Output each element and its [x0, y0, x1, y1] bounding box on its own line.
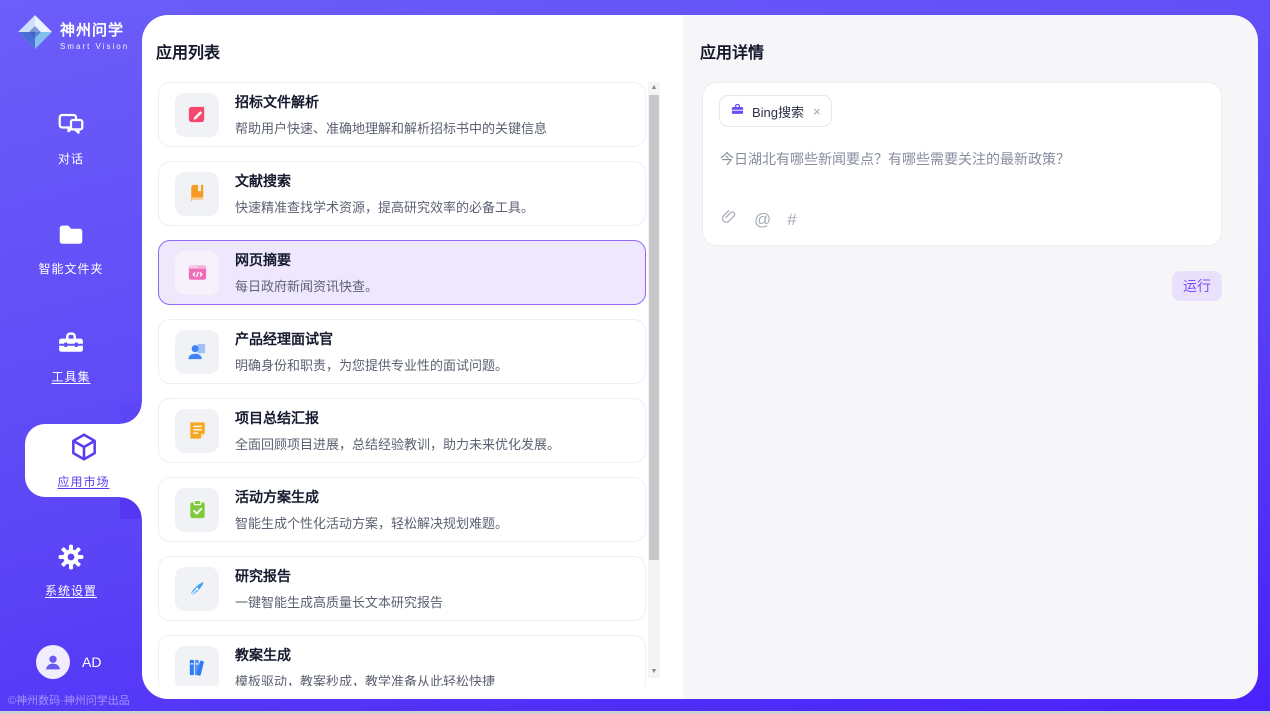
sidebar: 神州问学 Smart Vision 对话智能文件夹工具集应用市场系统设置 AD …: [0, 0, 142, 714]
cube-icon: [68, 431, 100, 461]
app-card[interactable]: 招标文件解析帮助用户快速、准确地理解和解析招标书中的关键信息: [158, 82, 646, 147]
app-card-text: 网页摘要每日政府新闻资讯快查。: [235, 250, 378, 295]
main-content: 应用列表 招标文件解析帮助用户快速、准确地理解和解析招标书中的关键信息文献搜索快…: [142, 15, 1258, 699]
app-root: 神州问学 Smart Vision 对话智能文件夹工具集应用市场系统设置 AD …: [0, 0, 1270, 714]
sidebar-item-folders[interactable]: 智能文件夹: [0, 220, 142, 277]
book-icon: [175, 172, 219, 216]
app-detail-title: 应用详情: [700, 39, 764, 63]
user-name: AD: [82, 654, 101, 670]
app-list-panel: 应用列表 招标文件解析帮助用户快速、准确地理解和解析招标书中的关键信息文献搜索快…: [142, 15, 683, 699]
interviewer-icon: [175, 330, 219, 374]
app-card-desc: 每日政府新闻资讯快查。: [235, 276, 378, 295]
app-card-text: 教案生成模板驱动，教案秒成，教学准备从此轻松快捷: [235, 645, 495, 686]
app-card-title: 研究报告: [235, 566, 443, 586]
sidebar-item-app-market[interactable]: 应用市场: [25, 424, 142, 497]
app-card-text: 产品经理面试官明确身份和职责，为您提供专业性的面试问题。: [235, 329, 508, 374]
app-card-desc: 快速精准查找学术资源，提高研究效率的必备工具。: [235, 197, 534, 216]
webpage-icon: [175, 251, 219, 295]
app-card-desc: 帮助用户快速、准确地理解和解析招标书中的关键信息: [235, 118, 547, 137]
tool-chip-label: Bing搜索: [752, 102, 804, 121]
brand-name: 神州问学: [60, 19, 129, 40]
edit-doc-icon: [175, 93, 219, 137]
app-card[interactable]: 网页摘要每日政府新闻资讯快查。: [158, 240, 646, 305]
attachment-toolbar: @#: [720, 208, 797, 231]
app-card-title: 招标文件解析: [235, 92, 547, 112]
app-card-title: 产品经理面试官: [235, 329, 508, 349]
app-card-title: 活动方案生成: [235, 487, 508, 507]
paperclip-icon[interactable]: [720, 208, 738, 231]
app-detail-panel: 应用详情 Bing搜索 × 今日湖北有哪些新闻要点？有哪些需要关注的最新政策？ …: [683, 15, 1258, 699]
detail-card: Bing搜索 × 今日湖北有哪些新闻要点？有哪些需要关注的最新政策？ @#: [702, 82, 1222, 246]
person-avatar-icon[interactable]: [36, 645, 70, 679]
toolbox-icon: [56, 328, 86, 358]
briefcase-icon: [730, 102, 745, 120]
sidebar-item-label: 系统设置: [0, 582, 142, 599]
app-card-list: 招标文件解析帮助用户快速、准确地理解和解析招标书中的关键信息文献搜索快速精准查找…: [158, 82, 646, 686]
brand-subtitle: Smart Vision: [60, 42, 129, 51]
app-card-desc: 明确身份和职责，为您提供专业性的面试问题。: [235, 355, 508, 374]
app-card[interactable]: 研究报告一键智能生成高质量长文本研究报告: [158, 556, 646, 621]
app-card[interactable]: 教案生成模板驱动，教案秒成，教学准备从此轻松快捷: [158, 635, 646, 686]
sidebar-item-settings[interactable]: 系统设置: [0, 542, 142, 599]
scroll-down-icon[interactable]: ▼: [648, 666, 660, 678]
close-icon[interactable]: ×: [813, 104, 821, 119]
at-icon[interactable]: @: [754, 211, 771, 228]
scrollbar[interactable]: ▲ ▼: [648, 82, 660, 678]
app-card-desc: 智能生成个性化活动方案，轻松解决规划难题。: [235, 513, 508, 532]
clipboard-check-icon: [175, 488, 219, 532]
app-card[interactable]: 项目总结汇报全面回顾项目进展，总结经验教训，助力未来优化发展。: [158, 398, 646, 463]
hash-icon[interactable]: #: [787, 211, 796, 228]
app-card-desc: 全面回顾项目进展，总结经验教训，助力未来优化发展。: [235, 434, 560, 453]
app-card-text: 招标文件解析帮助用户快速、准确地理解和解析招标书中的关键信息: [235, 92, 547, 137]
sidebar-item-tools[interactable]: 工具集: [0, 328, 142, 385]
app-list-title: 应用列表: [156, 39, 220, 63]
sidebar-item-label: 对话: [0, 150, 142, 167]
sidebar-item-label: 应用市场: [25, 473, 142, 490]
run-button[interactable]: 运行: [1172, 271, 1222, 301]
app-card-text: 活动方案生成智能生成个性化活动方案，轻松解决规划难题。: [235, 487, 508, 532]
app-card-text: 项目总结汇报全面回顾项目进展，总结经验教训，助力未来优化发展。: [235, 408, 560, 453]
app-card-text: 研究报告一键智能生成高质量长文本研究报告: [235, 566, 443, 611]
folder-icon: [56, 220, 86, 250]
app-card-desc: 模板驱动，教案秒成，教学准备从此轻松快捷: [235, 671, 495, 686]
app-card[interactable]: 产品经理面试官明确身份和职责，为您提供专业性的面试问题。: [158, 319, 646, 384]
sidebar-item-label: 工具集: [0, 368, 142, 385]
app-card-title: 项目总结汇报: [235, 408, 560, 428]
sidebar-item-chat[interactable]: 对话: [0, 110, 142, 167]
brand: 神州问学 Smart Vision: [16, 13, 129, 56]
app-card-title: 文献搜索: [235, 171, 534, 191]
copyright-text: ©神州数码·神州问学出品: [8, 692, 130, 708]
app-card-title: 网页摘要: [235, 250, 378, 270]
pen-icon: [175, 567, 219, 611]
scrollbar-thumb[interactable]: [649, 95, 659, 560]
app-card-text: 文献搜索快速精准查找学术资源，提高研究效率的必备工具。: [235, 171, 534, 216]
user-row[interactable]: AD: [36, 645, 101, 679]
books-icon: [175, 646, 219, 687]
diamond-logo-icon: [16, 13, 54, 56]
app-card[interactable]: 文献搜索快速精准查找学术资源，提高研究效率的必备工具。: [158, 161, 646, 226]
chat-icon: [56, 110, 86, 140]
sidebar-item-label: 智能文件夹: [0, 260, 142, 277]
app-card-title: 教案生成: [235, 645, 495, 665]
query-text[interactable]: 今日湖北有哪些新闻要点？有哪些需要关注的最新政策？: [720, 149, 1205, 170]
app-card[interactable]: 活动方案生成智能生成个性化活动方案，轻松解决规划难题。: [158, 477, 646, 542]
memo-icon: [175, 409, 219, 453]
tool-chip-bing-search[interactable]: Bing搜索 ×: [719, 95, 832, 127]
scroll-up-icon[interactable]: ▲: [648, 82, 660, 94]
app-card-desc: 一键智能生成高质量长文本研究报告: [235, 592, 443, 611]
gear-icon: [56, 542, 86, 572]
